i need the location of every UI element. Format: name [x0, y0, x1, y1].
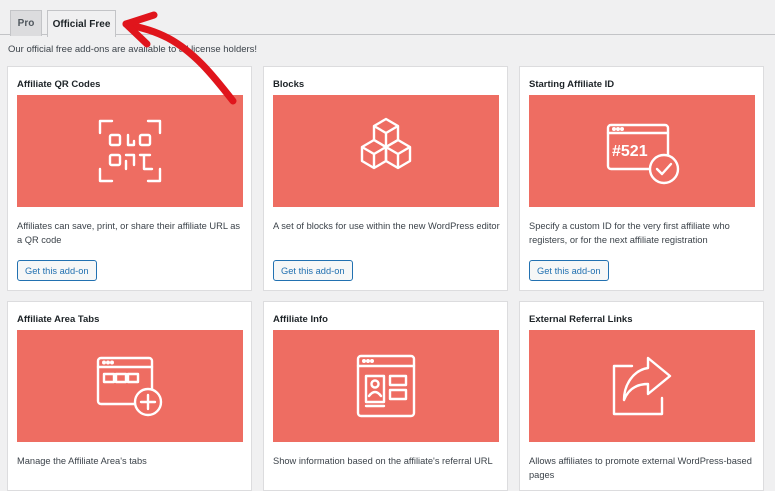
card-description: Show information based on the affiliate'…	[273, 456, 493, 466]
addon-card: Affiliate QR Codes Affiliates can save, …	[7, 66, 252, 291]
tab-pro[interactable]: Pro	[10, 10, 42, 36]
window-profile-icon	[356, 354, 416, 418]
addon-card: Starting Affiliate ID #521 Specify a cus…	[519, 66, 764, 291]
card-image	[273, 95, 499, 207]
card-image	[17, 330, 243, 442]
window-tabs-plus-icon	[96, 356, 163, 417]
card-image	[17, 95, 243, 207]
addon-card: Affiliate Info Show information based on…	[263, 301, 508, 491]
get-addon-button[interactable]: Get this add-on	[273, 260, 353, 281]
card-description: Affiliates can save, print, or share the…	[17, 221, 241, 245]
card-title: External Referral Links	[529, 314, 633, 325]
id-521-check-icon: #521	[606, 123, 680, 185]
card-image	[273, 330, 499, 442]
card-image	[529, 330, 755, 442]
card-description: Specify a custom ID for the very first a…	[529, 221, 730, 245]
card-title: Starting Affiliate ID	[529, 79, 615, 90]
get-addon-button[interactable]: Get this add-on	[529, 260, 609, 281]
card-title: Blocks	[273, 79, 305, 90]
tab-official-free[interactable]: Official Free	[47, 10, 116, 37]
get-addon-button[interactable]: Get this add-on	[17, 260, 97, 281]
share-arrow-icon	[612, 356, 672, 416]
addon-card: Affiliate Area Tabs Manage the Affiliate…	[7, 301, 252, 491]
card-image: #521	[529, 95, 755, 207]
card-description: A set of blocks for use within the new W…	[273, 221, 500, 231]
icon-text: #521	[612, 143, 648, 160]
intro-text: Our official free add-ons are available …	[8, 44, 258, 55]
blocks-icon	[360, 117, 412, 170]
addon-card: Blocks A set of blocks for use within th…	[263, 66, 508, 291]
card-title: Affiliate QR Codes	[17, 79, 101, 90]
card-description: Manage the Affiliate Area's tabs	[17, 456, 147, 466]
qr-code-icon	[98, 119, 162, 183]
card-title: Affiliate Info	[273, 314, 328, 325]
addon-tabs: Pro Official Free	[0, 0, 775, 37]
card-title: Affiliate Area Tabs	[17, 314, 100, 325]
addon-card: External Referral Links Allows affiliate…	[519, 301, 764, 491]
card-description: Allows affiliates to promote external Wo…	[529, 456, 752, 480]
